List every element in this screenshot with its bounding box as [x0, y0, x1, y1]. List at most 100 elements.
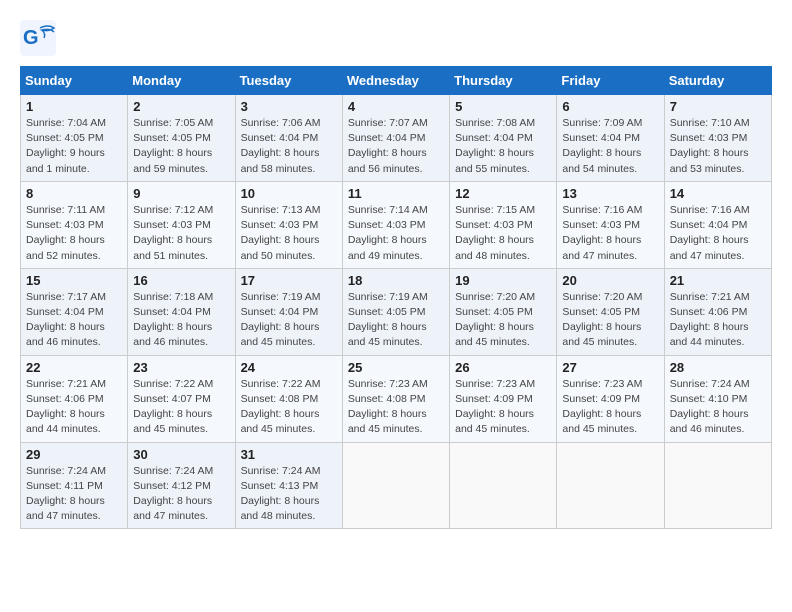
calendar-week-row: 15 Sunrise: 7:17 AMSunset: 4:04 PMDayligh… [21, 268, 772, 355]
day-number: 10 [241, 186, 337, 201]
day-info: Sunrise: 7:23 AMSunset: 4:09 PMDaylight:… [455, 377, 551, 438]
day-info: Sunrise: 7:17 AMSunset: 4:04 PMDaylight:… [26, 290, 122, 351]
day-info: Sunrise: 7:07 AMSunset: 4:04 PMDaylight:… [348, 116, 444, 177]
day-info: Sunrise: 7:21 AMSunset: 4:06 PMDaylight:… [26, 377, 122, 438]
day-info: Sunrise: 7:06 AMSunset: 4:04 PMDaylight:… [241, 116, 337, 177]
calendar-week-row: 8 Sunrise: 7:11 AMSunset: 4:03 PMDaylight… [21, 181, 772, 268]
day-of-week-header: Wednesday [342, 67, 449, 95]
day-info: Sunrise: 7:24 AMSunset: 4:13 PMDaylight:… [241, 464, 337, 525]
calendar-day-cell: 15 Sunrise: 7:17 AMSunset: 4:04 PMDayligh… [21, 268, 128, 355]
calendar-day-cell: 31 Sunrise: 7:24 AMSunset: 4:13 PMDayligh… [235, 442, 342, 529]
calendar-day-cell: 19Sunrise: 7:20 AMSunset: 4:05 PMDayligh… [450, 268, 557, 355]
day-number: 8 [26, 186, 122, 201]
calendar-day-cell: 26 Sunrise: 7:23 AMSunset: 4:09 PMDayligh… [450, 355, 557, 442]
day-number: 15 [26, 273, 122, 288]
day-info: Sunrise: 7:24 AMSunset: 4:10 PMDaylight:… [670, 377, 766, 438]
calendar-day-cell: 25 Sunrise: 7:23 AMSunset: 4:08 PMDayligh… [342, 355, 449, 442]
day-number: 23 [133, 360, 229, 375]
day-of-week-header: Thursday [450, 67, 557, 95]
calendar-day-cell: 12Sunrise: 7:15 AMSunset: 4:03 PMDayligh… [450, 181, 557, 268]
calendar-day-cell: 21 Sunrise: 7:21 AMSunset: 4:06 PMDayligh… [664, 268, 771, 355]
day-info: Sunrise: 7:18 AMSunset: 4:04 PMDaylight:… [133, 290, 229, 351]
day-number: 26 [455, 360, 551, 375]
logo: G [20, 20, 58, 56]
svg-text:G: G [23, 27, 39, 49]
day-of-week-header: Sunday [21, 67, 128, 95]
day-number: 5 [455, 99, 551, 114]
calendar-day-cell: 16 Sunrise: 7:18 AMSunset: 4:04 PMDayligh… [128, 268, 235, 355]
calendar-week-row: 22 Sunrise: 7:21 AMSunset: 4:06 PMDayligh… [21, 355, 772, 442]
day-info: Sunrise: 7:10 AMSunset: 4:03 PMDaylight:… [670, 116, 766, 177]
day-number: 22 [26, 360, 122, 375]
day-info: Sunrise: 7:21 AMSunset: 4:06 PMDaylight:… [670, 290, 766, 351]
calendar-week-row: 1 Sunrise: 7:04 AMSunset: 4:05 PMDaylight… [21, 95, 772, 182]
calendar-day-cell: 9Sunrise: 7:12 AMSunset: 4:03 PMDaylight… [128, 181, 235, 268]
calendar-day-cell: 2 Sunrise: 7:05 AMSunset: 4:05 PMDaylight… [128, 95, 235, 182]
calendar-day-cell: 8 Sunrise: 7:11 AMSunset: 4:03 PMDaylight… [21, 181, 128, 268]
day-number: 29 [26, 447, 122, 462]
day-number: 27 [562, 360, 658, 375]
calendar-day-cell: 6 Sunrise: 7:09 AMSunset: 4:04 PMDaylight… [557, 95, 664, 182]
day-of-week-header: Monday [128, 67, 235, 95]
day-info: Sunrise: 7:09 AMSunset: 4:04 PMDaylight:… [562, 116, 658, 177]
calendar-day-cell: 3 Sunrise: 7:06 AMSunset: 4:04 PMDaylight… [235, 95, 342, 182]
day-info: Sunrise: 7:23 AMSunset: 4:08 PMDaylight:… [348, 377, 444, 438]
day-info: Sunrise: 7:05 AMSunset: 4:05 PMDaylight:… [133, 116, 229, 177]
calendar-day-cell: 13 Sunrise: 7:16 AMSunset: 4:03 PMDayligh… [557, 181, 664, 268]
day-info: Sunrise: 7:20 AMSunset: 4:05 PMDaylight:… [455, 290, 551, 351]
calendar-day-cell: 23Sunrise: 7:22 AMSunset: 4:07 PMDayligh… [128, 355, 235, 442]
day-number: 25 [348, 360, 444, 375]
calendar-day-cell: 27 Sunrise: 7:23 AMSunset: 4:09 PMDayligh… [557, 355, 664, 442]
logo-icon: G [20, 20, 56, 56]
day-info: Sunrise: 7:13 AMSunset: 4:03 PMDaylight:… [241, 203, 337, 264]
day-info: Sunrise: 7:11 AMSunset: 4:03 PMDaylight:… [26, 203, 122, 264]
day-info: Sunrise: 7:24 AMSunset: 4:12 PMDaylight:… [133, 464, 229, 525]
calendar-day-cell: 7 Sunrise: 7:10 AMSunset: 4:03 PMDaylight… [664, 95, 771, 182]
day-info: Sunrise: 7:19 AMSunset: 4:05 PMDaylight:… [348, 290, 444, 351]
page-header: G [20, 20, 772, 56]
day-number: 6 [562, 99, 658, 114]
day-number: 17 [241, 273, 337, 288]
calendar-day-cell: 22 Sunrise: 7:21 AMSunset: 4:06 PMDayligh… [21, 355, 128, 442]
day-number: 30 [133, 447, 229, 462]
calendar-day-cell [557, 442, 664, 529]
day-info: Sunrise: 7:20 AMSunset: 4:05 PMDaylight:… [562, 290, 658, 351]
calendar-day-cell: 1 Sunrise: 7:04 AMSunset: 4:05 PMDaylight… [21, 95, 128, 182]
calendar-day-cell: 10 Sunrise: 7:13 AMSunset: 4:03 PMDayligh… [235, 181, 342, 268]
day-number: 31 [241, 447, 337, 462]
day-info: Sunrise: 7:14 AMSunset: 4:03 PMDaylight:… [348, 203, 444, 264]
day-of-week-header: Saturday [664, 67, 771, 95]
day-of-week-header: Tuesday [235, 67, 342, 95]
day-info: Sunrise: 7:04 AMSunset: 4:05 PMDaylight:… [26, 116, 122, 177]
day-info: Sunrise: 7:22 AMSunset: 4:08 PMDaylight:… [241, 377, 337, 438]
calendar-day-cell: 14 Sunrise: 7:16 AMSunset: 4:04 PMDayligh… [664, 181, 771, 268]
day-info: Sunrise: 7:23 AMSunset: 4:09 PMDaylight:… [562, 377, 658, 438]
calendar-day-cell [450, 442, 557, 529]
day-number: 2 [133, 99, 229, 114]
calendar-day-cell: 30 Sunrise: 7:24 AMSunset: 4:12 PMDayligh… [128, 442, 235, 529]
day-number: 18 [348, 273, 444, 288]
day-number: 13 [562, 186, 658, 201]
calendar-day-cell: 11 Sunrise: 7:14 AMSunset: 4:03 PMDayligh… [342, 181, 449, 268]
calendar-day-cell: 5Sunrise: 7:08 AMSunset: 4:04 PMDaylight… [450, 95, 557, 182]
day-number: 1 [26, 99, 122, 114]
day-info: Sunrise: 7:16 AMSunset: 4:04 PMDaylight:… [670, 203, 766, 264]
day-number: 11 [348, 186, 444, 201]
day-info: Sunrise: 7:15 AMSunset: 4:03 PMDaylight:… [455, 203, 551, 264]
day-info: Sunrise: 7:16 AMSunset: 4:03 PMDaylight:… [562, 203, 658, 264]
day-number: 14 [670, 186, 766, 201]
day-number: 3 [241, 99, 337, 114]
day-number: 20 [562, 273, 658, 288]
calendar-day-cell [664, 442, 771, 529]
day-info: Sunrise: 7:19 AMSunset: 4:04 PMDaylight:… [241, 290, 337, 351]
calendar-table: SundayMondayTuesdayWednesdayThursdayFrid… [20, 66, 772, 529]
calendar-day-cell: 24Sunrise: 7:22 AMSunset: 4:08 PMDayligh… [235, 355, 342, 442]
calendar-day-cell: 28 Sunrise: 7:24 AMSunset: 4:10 PMDayligh… [664, 355, 771, 442]
day-number: 28 [670, 360, 766, 375]
calendar-day-cell: 18 Sunrise: 7:19 AMSunset: 4:05 PMDayligh… [342, 268, 449, 355]
day-number: 16 [133, 273, 229, 288]
calendar-week-row: 29 Sunrise: 7:24 AMSunset: 4:11 PMDayligh… [21, 442, 772, 529]
day-number: 21 [670, 273, 766, 288]
day-number: 7 [670, 99, 766, 114]
day-info: Sunrise: 7:24 AMSunset: 4:11 PMDaylight:… [26, 464, 122, 525]
